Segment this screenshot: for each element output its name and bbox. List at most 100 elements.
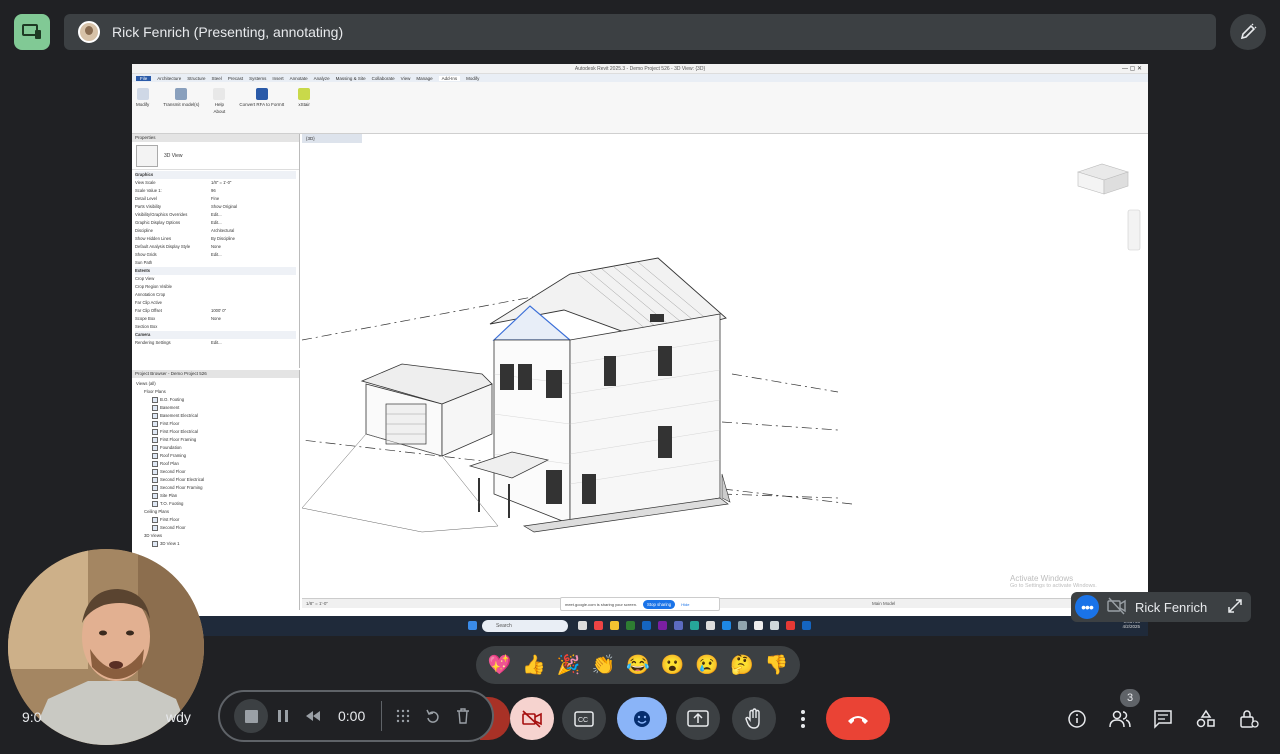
property-row[interactable]: Parts Visibility Show Original bbox=[135, 203, 296, 211]
browser-tree-item[interactable]: First Floor bbox=[136, 420, 295, 428]
property-value[interactable]: Edit... bbox=[211, 251, 222, 259]
browser-tree-item[interactable]: First Floor bbox=[136, 516, 295, 524]
browser-tree-item[interactable]: Views (all) bbox=[136, 380, 295, 388]
delete-icon[interactable] bbox=[448, 701, 478, 731]
property-row[interactable]: View Scale 1/8" = 1'-0" bbox=[135, 179, 296, 187]
property-row[interactable]: Graphic Display Options Edit... bbox=[135, 219, 296, 227]
ribbon-tab[interactable]: Steel bbox=[212, 76, 222, 81]
rewind-icon[interactable] bbox=[298, 701, 328, 731]
reaction-emoji[interactable]: 👍 bbox=[522, 653, 546, 677]
app-icon[interactable] bbox=[786, 621, 795, 630]
browser-tree-item[interactable]: B.O. Footing bbox=[136, 396, 295, 404]
ribbon-convert-rfa[interactable]: Convert RFA to FormIt bbox=[239, 88, 284, 107]
property-value[interactable]: Fine bbox=[211, 195, 219, 203]
property-value[interactable]: Architectural bbox=[211, 227, 234, 235]
property-row[interactable]: Detail Level Fine bbox=[135, 195, 296, 203]
outlook-icon[interactable] bbox=[722, 621, 731, 630]
property-value[interactable]: Edit... bbox=[211, 219, 222, 227]
ribbon-modify[interactable]: Modify bbox=[136, 88, 149, 107]
grid-dots-icon[interactable] bbox=[388, 701, 418, 731]
browser-tree-item[interactable]: 3D Views bbox=[136, 532, 295, 540]
revit-icon[interactable] bbox=[802, 621, 811, 630]
browser-tree-item[interactable]: First Floor Framing bbox=[136, 436, 295, 444]
meeting-info-icon[interactable] bbox=[1062, 704, 1092, 734]
raise-hand-button[interactable] bbox=[732, 697, 776, 740]
browser-tree-item[interactable]: Second Floor Framing bbox=[136, 484, 295, 492]
ribbon-tab[interactable]: Systems bbox=[249, 76, 266, 81]
ribbon-tab[interactable]: Massing & Site bbox=[336, 76, 366, 81]
leave-call-button[interactable] bbox=[826, 697, 890, 740]
chat-icon[interactable] bbox=[1148, 704, 1178, 734]
excel-icon[interactable] bbox=[626, 621, 635, 630]
browser-tree-item[interactable]: Basement bbox=[136, 404, 295, 412]
captions-button[interactable]: CC bbox=[562, 697, 606, 740]
property-value[interactable]: 1000' 0" bbox=[211, 307, 226, 315]
property-row[interactable]: Default Analysis Display Style None bbox=[135, 243, 296, 251]
browser-tree-item[interactable]: Roof Plan bbox=[136, 460, 295, 468]
browser-tree-item[interactable]: Second Floor bbox=[136, 468, 295, 476]
property-row[interactable]: Camera bbox=[135, 331, 296, 339]
property-value[interactable]: 1/8" = 1'-0" bbox=[211, 179, 231, 187]
stop-recording-button[interactable] bbox=[234, 699, 268, 733]
ribbon-tab[interactable]: Structure bbox=[187, 76, 205, 81]
property-row[interactable]: Scope Box None bbox=[135, 315, 296, 323]
present-screen-button[interactable] bbox=[676, 697, 720, 740]
app-icon[interactable] bbox=[770, 621, 779, 630]
undo-icon[interactable] bbox=[418, 701, 448, 731]
camera-toggle-button[interactable] bbox=[510, 697, 554, 740]
ribbon-tab[interactable]: Analyze bbox=[314, 76, 330, 81]
app-icon[interactable] bbox=[706, 621, 715, 630]
reaction-emoji[interactable]: 😂 bbox=[626, 653, 650, 677]
annotate-pen-icon[interactable] bbox=[1230, 14, 1266, 50]
ribbon-tab[interactable]: Insert bbox=[272, 76, 283, 81]
people-icon[interactable] bbox=[1105, 704, 1135, 734]
property-row[interactable]: Crop Region Visible bbox=[135, 283, 296, 291]
reaction-emoji[interactable]: 😮 bbox=[661, 653, 685, 677]
reactions-button[interactable] bbox=[617, 697, 667, 740]
ribbon-xstair[interactable]: xStair bbox=[298, 88, 311, 107]
ribbon-tab[interactable]: File bbox=[136, 75, 152, 81]
browser-tree-item[interactable]: First Floor Electrical bbox=[136, 428, 295, 436]
property-row[interactable]: Show Grids Edit... bbox=[135, 251, 296, 259]
property-value[interactable]: 96 bbox=[211, 187, 216, 195]
property-row[interactable]: Extents bbox=[135, 267, 296, 275]
browser-tree-item[interactable]: T.O. Footing bbox=[136, 500, 295, 508]
stop-sharing-button[interactable]: Stop sharing bbox=[643, 599, 676, 609]
model-label[interactable]: Main Model bbox=[872, 599, 895, 609]
browser-tree-item[interactable]: Ceiling Plans bbox=[136, 508, 295, 516]
file-explorer-icon[interactable] bbox=[610, 621, 619, 630]
reaction-emoji[interactable]: 😢 bbox=[695, 653, 719, 677]
app-icon[interactable] bbox=[690, 621, 699, 630]
3d-viewport[interactable]: {3D} Activate Windows Go to Settings to … bbox=[302, 134, 1148, 598]
windows-start-icon[interactable] bbox=[468, 621, 477, 630]
property-row[interactable]: Show Hidden Lines By Discipline bbox=[135, 235, 296, 243]
browser-tree-item[interactable]: Second Floor bbox=[136, 524, 295, 532]
ribbon-tab[interactable]: Manage bbox=[416, 76, 432, 81]
task-view-icon[interactable] bbox=[578, 621, 587, 630]
reaction-emoji[interactable]: 👏 bbox=[591, 653, 615, 677]
browser-tree-item[interactable]: Roof Framing bbox=[136, 452, 295, 460]
more-options-icon[interactable]: ••• bbox=[1075, 595, 1099, 619]
status-scale[interactable]: 1/8" = 1'-0" bbox=[306, 601, 328, 606]
property-value[interactable]: None bbox=[211, 315, 221, 323]
vscode-icon[interactable] bbox=[642, 621, 651, 630]
property-value[interactable]: By Discipline bbox=[211, 235, 235, 243]
ribbon-tab[interactable]: Architecture bbox=[157, 76, 181, 81]
teams-icon[interactable] bbox=[674, 621, 683, 630]
visual-studio-icon[interactable] bbox=[658, 621, 667, 630]
property-row[interactable]: Section Box bbox=[135, 323, 296, 331]
app-icon[interactable] bbox=[738, 621, 747, 630]
ribbon-tab[interactable]: Precast bbox=[228, 76, 243, 81]
property-row[interactable]: Far Clip Active bbox=[135, 299, 296, 307]
ribbon-tab[interactable]: Add-Ins bbox=[438, 75, 461, 81]
hide-button[interactable]: Hide bbox=[681, 602, 689, 607]
reaction-emoji[interactable]: 👎 bbox=[765, 653, 789, 677]
browser-tree-item[interactable]: Basement Electrical bbox=[136, 412, 295, 420]
property-row[interactable]: Graphics bbox=[135, 171, 296, 179]
property-row[interactable]: Scale Value 1: 96 bbox=[135, 187, 296, 195]
more-options-button[interactable] bbox=[788, 697, 818, 740]
activities-icon[interactable] bbox=[1191, 704, 1221, 734]
companion-mode-icon[interactable] bbox=[14, 14, 50, 50]
property-row[interactable]: Sun Path bbox=[135, 259, 296, 267]
expand-icon[interactable] bbox=[1227, 598, 1243, 617]
